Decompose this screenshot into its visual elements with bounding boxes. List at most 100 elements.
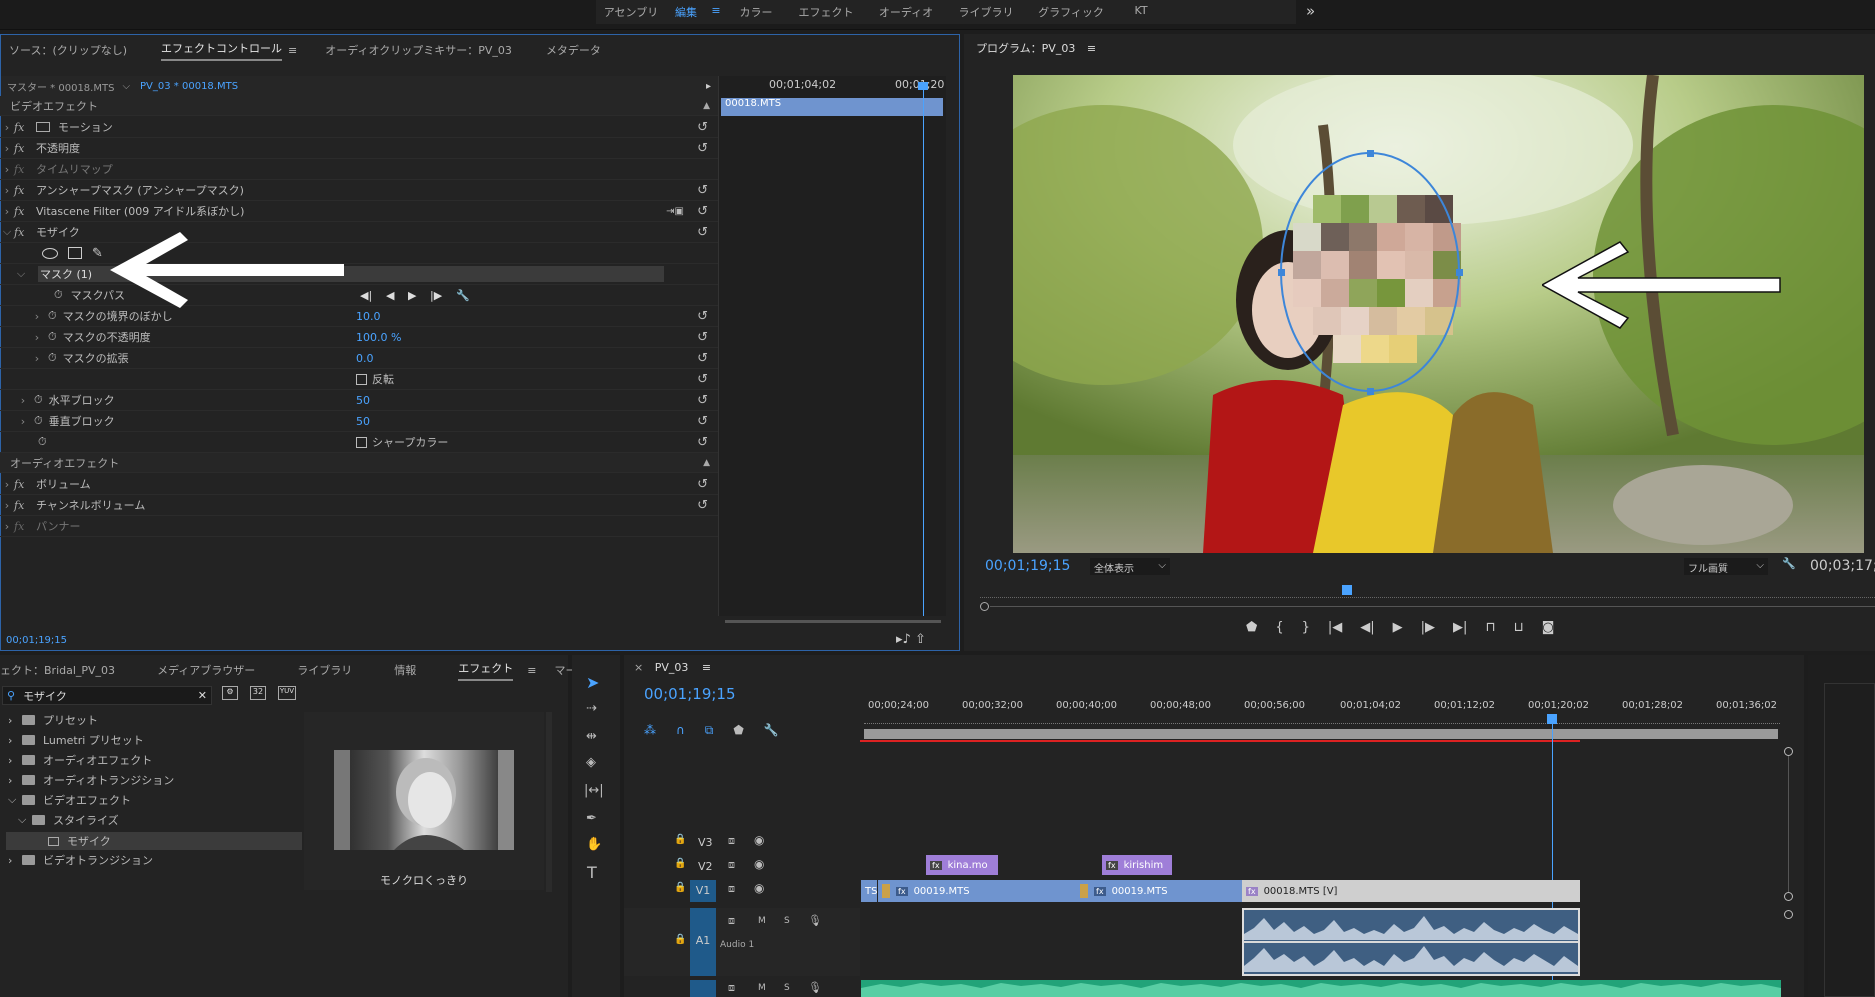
timeline-tab[interactable]: × PV_03 ≡ <box>634 661 711 674</box>
expand-chevron-icon[interactable]: › <box>30 310 44 323</box>
step-back-icon[interactable]: ◀| <box>1360 620 1374 635</box>
workspace-overflow-icon[interactable]: » <box>1306 2 1315 20</box>
timeline-playhead-handle[interactable] <box>1547 714 1557 724</box>
stopwatch-icon[interactable]: ⏱ <box>38 435 47 449</box>
lock-icon[interactable]: 🔒 <box>674 934 686 945</box>
expand-chevron-icon[interactable]: › <box>30 352 44 365</box>
mini-clip-bar[interactable]: 00018.MTS <box>721 98 943 116</box>
mini-playhead-handle[interactable] <box>918 82 928 90</box>
effect-row-opacity[interactable]: › fx 不透明度 ↺ <box>0 138 718 159</box>
mini-scrollbar[interactable] <box>725 620 941 623</box>
expand-chevron-icon[interactable]: › <box>0 520 14 533</box>
open-settings-icon[interactable]: ⇥▣ <box>666 206 684 217</box>
tab-info[interactable]: 情報 <box>394 662 416 678</box>
lock-icon[interactable]: 🔒 <box>674 834 686 845</box>
panel-menu-icon[interactable]: ≡ <box>288 44 297 57</box>
track-name[interactable]: A1 <box>690 908 716 976</box>
sync-lock-icon[interactable]: ⧈ <box>728 914 735 928</box>
reset-icon[interactable]: ↺ <box>697 120 708 135</box>
workspace-tab-kt[interactable]: KT <box>1116 0 1166 24</box>
stopwatch-icon[interactable]: ⏱ <box>48 309 57 323</box>
track-name[interactable]: V2 <box>698 860 713 873</box>
tree-item-video-effects[interactable]: ⌵ ビデオエフェクト <box>8 792 131 808</box>
tree-item-stylize[interactable]: ⌵ スタイライズ <box>18 812 119 828</box>
hand-tool-icon[interactable]: ✋ <box>586 837 602 852</box>
effect-row-mosaic[interactable]: ⌵ fx モザイク ↺ <box>0 222 718 243</box>
mask-feather-value[interactable]: 10.0 <box>356 310 381 323</box>
workspace-tab-assembly[interactable]: アセンブリ <box>596 0 666 24</box>
fx-icon[interactable]: fx <box>14 121 32 134</box>
reset-icon[interactable]: ↺ <box>697 204 708 219</box>
effect-current-time[interactable]: 00;01;19;15 <box>6 635 67 646</box>
transition-icon[interactable] <box>1080 884 1088 898</box>
mini-playhead[interactable] <box>923 82 924 616</box>
mask-row[interactable]: ⌵ マスク (1) <box>0 264 718 285</box>
reset-icon[interactable]: ↺ <box>697 225 708 240</box>
reset-icon[interactable]: ↺ <box>697 351 708 366</box>
expand-chevron-icon[interactable]: › <box>8 734 22 747</box>
expand-chevron-icon[interactable]: › <box>8 714 22 727</box>
effect-row-channel-volume[interactable]: › fx チャンネルボリューム ↺ <box>0 495 718 516</box>
effects-search-box[interactable]: ⚲ モザイク ✕ <box>2 686 212 705</box>
panel-menu-icon[interactable]: ≡ <box>527 664 536 677</box>
tab-libraries[interactable]: ライブラリ <box>297 662 352 678</box>
track-name[interactable]: V3 <box>698 836 713 849</box>
mute-toggle[interactable]: M <box>758 983 766 993</box>
stopwatch-icon[interactable]: ⏱ <box>48 351 57 365</box>
horizontal-blocks-value[interactable]: 50 <box>356 394 370 407</box>
step-forward-icon[interactable]: |▶ <box>1421 620 1435 635</box>
mask-handle-left[interactable] <box>1278 269 1285 276</box>
expand-chevron-icon[interactable]: › <box>8 854 22 867</box>
audio-clip-a2[interactable] <box>861 980 1781 997</box>
mask-expansion-row[interactable]: › ⏱ マスクの拡張 0.0 ↺ <box>0 348 718 369</box>
reset-icon[interactable]: ↺ <box>697 141 708 156</box>
play-icon[interactable]: ▶ <box>1393 620 1403 635</box>
timeline-settings-wrench-icon[interactable]: 🔧 <box>764 723 779 738</box>
effect-row-time-remap[interactable]: › fx タイムリマップ <box>0 159 718 180</box>
reset-icon[interactable]: ↺ <box>697 372 708 387</box>
mask-label[interactable]: マスク (1) <box>40 266 92 282</box>
add-marker-icon[interactable]: ⬟ <box>733 723 743 738</box>
accelerated-effects-icon[interactable]: ⚙ <box>222 686 238 700</box>
microphone-icon[interactable]: 🎙 <box>808 914 822 927</box>
expand-chevron-icon[interactable]: › <box>30 331 44 344</box>
linked-selection-icon[interactable]: ⧉ <box>705 723 714 738</box>
track-mask-forward-icon[interactable]: ▶ <box>408 289 416 302</box>
track-mask-back-one-icon[interactable]: ◀| <box>360 289 372 302</box>
collapse-icon[interactable]: ▲ <box>703 458 710 468</box>
search-input[interactable]: モザイク <box>23 688 67 704</box>
tree-item-lumetri-presets[interactable]: › Lumetri プリセット <box>8 732 144 748</box>
mask-feather-row[interactable]: › ⏱ マスクの境界のぼかし 10.0 ↺ <box>0 306 718 327</box>
vertical-blocks-row[interactable]: › ⏱ 垂直ブロック 50 ↺ <box>0 411 718 432</box>
transition-icon[interactable] <box>882 884 890 898</box>
workspace-tab-audio[interactable]: オーディオ <box>866 0 946 24</box>
timeline-timecode[interactable]: 00;01;19;15 <box>644 685 736 703</box>
fx-icon[interactable]: fx <box>14 226 32 239</box>
effect-row-unsharp-mask[interactable]: › fx アンシャープマスク (アンシャープマスク) ↺ <box>0 180 718 201</box>
workspace-tab-color[interactable]: カラー <box>726 0 786 24</box>
reset-icon[interactable]: ↺ <box>697 435 708 450</box>
track-name[interactable]: V1 <box>690 880 716 902</box>
reset-icon[interactable]: ↺ <box>697 477 708 492</box>
clip-v1-00018[interactable]: fx 00018.MTS [V] <box>1242 880 1580 902</box>
work-area-bar[interactable] <box>864 729 1778 739</box>
solo-toggle[interactable]: S <box>784 916 790 926</box>
workspace-tab-libraries[interactable]: ライブラリ <box>946 0 1026 24</box>
vertical-zoom-handle-audio[interactable] <box>1784 910 1793 919</box>
invert-checkbox[interactable] <box>356 373 367 385</box>
extract-icon[interactable]: ⊔ <box>1514 620 1524 635</box>
effects-scrollbar[interactable] <box>546 712 552 892</box>
microphone-icon[interactable]: 🎙 <box>808 981 822 994</box>
clip-v2-kirishima[interactable]: fx kirishim <box>1102 855 1172 875</box>
reset-icon[interactable]: ↺ <box>697 414 708 429</box>
workspace-tab-effects[interactable]: エフェクト <box>786 0 866 24</box>
sharp-colors-checkbox[interactable] <box>356 436 367 448</box>
reset-icon[interactable]: ↺ <box>697 183 708 198</box>
tree-item-audio-transitions[interactable]: › オーディオトランジション <box>8 772 174 788</box>
slip-tool-icon[interactable]: |↔| <box>584 783 604 798</box>
mark-in-icon[interactable]: { <box>1275 620 1283 635</box>
mask-handle-right[interactable] <box>1456 269 1463 276</box>
insert-overwrite-nest-icon[interactable]: ⁂ <box>644 723 656 738</box>
monitor-playhead-icon[interactable] <box>1342 585 1352 595</box>
mask-handle-top[interactable] <box>1367 150 1374 157</box>
